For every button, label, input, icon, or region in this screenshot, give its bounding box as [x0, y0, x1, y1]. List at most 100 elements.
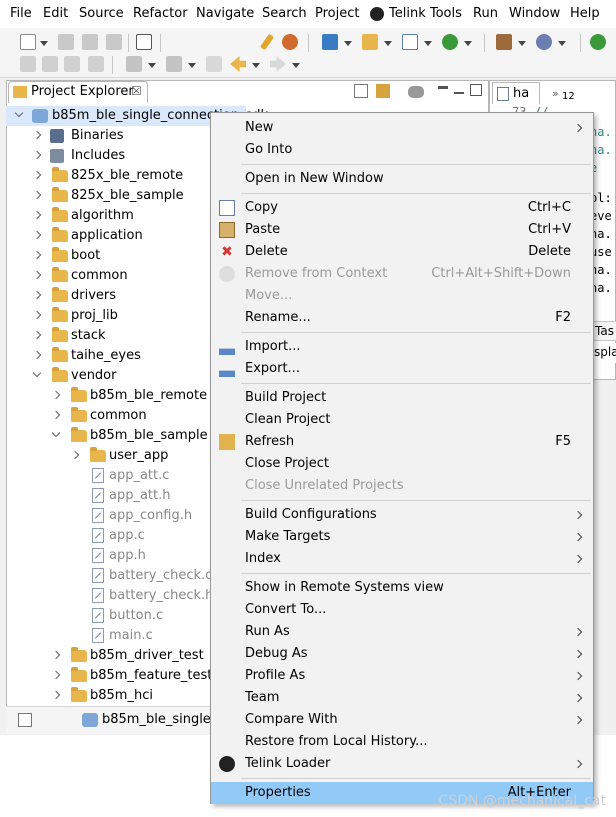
chevron-right-icon[interactable] — [51, 670, 61, 680]
back-icon[interactable] — [230, 56, 246, 72]
build-icon[interactable] — [496, 34, 512, 50]
menu-item-paste[interactable]: Paste Ctrl+V — [211, 219, 593, 241]
block-icon[interactable] — [64, 56, 80, 72]
menu-help[interactable]: Help — [570, 6, 600, 21]
minimize-icon[interactable] — [454, 84, 464, 94]
link-editor-icon[interactable] — [376, 84, 390, 98]
chevron-down-icon[interactable] — [518, 41, 526, 46]
filter-icon[interactable] — [408, 86, 424, 98]
pilcrow-icon[interactable] — [88, 56, 104, 72]
menu-project[interactable]: Project — [315, 6, 359, 21]
menu-item-copy[interactable]: Copy Ctrl+C — [211, 197, 593, 219]
last-edit-icon[interactable] — [206, 56, 222, 72]
chevron-right-icon[interactable] — [51, 650, 61, 660]
chevron-down-icon[interactable] — [292, 63, 300, 68]
menu-item-build-configurations[interactable]: Build Configurations — [211, 504, 593, 526]
view-menu-icon[interactable] — [438, 86, 448, 96]
prev-annotation-icon[interactable] — [166, 56, 182, 72]
menu-run[interactable]: Run — [473, 6, 498, 21]
menu-item-new[interactable]: New — [211, 117, 593, 139]
collapse-all-icon[interactable] — [354, 84, 368, 98]
menu-item-close-project[interactable]: Close Project — [211, 453, 593, 475]
menu-item-restore-from-local-history[interactable]: Restore from Local History... — [211, 731, 593, 753]
chevron-right-icon[interactable] — [32, 270, 42, 280]
menu-item-team[interactable]: Team — [211, 687, 593, 709]
menu-navigate[interactable]: Navigate — [196, 6, 254, 21]
new-fastview-icon[interactable] — [18, 713, 32, 727]
menu-window[interactable]: Window — [509, 6, 560, 21]
menu-file[interactable]: File — [10, 6, 32, 21]
menu-item-import[interactable]: Import... — [211, 336, 593, 358]
menu-item-index[interactable]: Index — [211, 548, 593, 570]
chevron-down-icon[interactable] — [344, 41, 352, 46]
menu-item-export[interactable]: Export... — [211, 358, 593, 380]
save-all-icon[interactable] — [82, 34, 98, 50]
project-explorer-tab[interactable]: Project Explorer ☒ — [8, 81, 148, 103]
menu-item-telink-loader[interactable]: Telink Loader — [211, 753, 593, 775]
menu-telink-tools[interactable]: Telink Tools — [389, 6, 462, 21]
chevron-right-icon[interactable] — [32, 290, 42, 300]
chevron-right-icon[interactable] — [32, 130, 42, 140]
chevron-right-icon[interactable] — [32, 170, 42, 180]
chevron-down-icon[interactable] — [252, 63, 260, 68]
menu-item-compare-with[interactable]: Compare With — [211, 709, 593, 731]
globe-icon[interactable] — [536, 34, 552, 50]
more-tabs-icon[interactable]: » — [552, 87, 559, 100]
highlight-icon[interactable] — [42, 56, 58, 72]
menu-item-go-into[interactable]: Go Into — [211, 139, 593, 161]
chevron-down-icon[interactable] — [32, 368, 42, 378]
chevron-right-icon[interactable] — [32, 210, 42, 220]
chevron-down-icon[interactable] — [464, 41, 472, 46]
chevron-right-icon[interactable] — [32, 350, 42, 360]
chevron-down-icon[interactable] — [148, 63, 156, 68]
forward-icon[interactable] — [270, 56, 286, 72]
print-icon[interactable] — [106, 34, 122, 50]
chevron-down-icon[interactable] — [51, 428, 61, 438]
menu-item-rename[interactable]: Rename... F2 — [211, 307, 593, 329]
menu-item-open-in-new-window[interactable]: Open in New Window — [211, 168, 593, 190]
new-file-icon[interactable] — [402, 34, 418, 50]
bug-icon[interactable] — [282, 34, 298, 50]
new-project-icon[interactable] — [322, 34, 338, 50]
menu-item-make-targets[interactable]: Make Targets — [211, 526, 593, 548]
chevron-down-icon[interactable] — [40, 41, 48, 46]
editor-tab[interactable]: ha — [492, 82, 540, 104]
chevron-right-icon[interactable] — [32, 230, 42, 240]
menu-refactor[interactable]: Refactor — [133, 6, 188, 21]
chevron-right-icon[interactable] — [32, 150, 42, 160]
chevron-right-icon[interactable] — [51, 690, 61, 700]
pen-icon[interactable] — [20, 56, 36, 72]
chevron-right-icon[interactable] — [32, 190, 42, 200]
chevron-right-icon[interactable] — [51, 390, 61, 400]
menu-item-show-in-remote-systems-view[interactable]: Show in Remote Systems view — [211, 577, 593, 599]
chevron-down-icon[interactable] — [424, 41, 432, 46]
menu-item-profile-as[interactable]: Profile As — [211, 665, 593, 687]
menu-item-refresh[interactable]: Refresh F5 — [211, 431, 593, 453]
chevron-right-icon[interactable] — [51, 410, 61, 420]
save-icon[interactable] — [58, 34, 74, 50]
chevron-right-icon[interactable] — [32, 310, 42, 320]
menu-search[interactable]: Search — [262, 6, 307, 21]
chevron-right-icon[interactable] — [70, 450, 80, 460]
chevron-right-icon[interactable] — [32, 250, 42, 260]
chevron-down-icon[interactable] — [558, 41, 566, 46]
chevron-down-icon[interactable] — [188, 63, 196, 68]
chevron-right-icon[interactable] — [32, 330, 42, 340]
hammer-icon[interactable] — [259, 33, 275, 51]
menu-item-run-as[interactable]: Run As — [211, 621, 593, 643]
new-folder-icon[interactable] — [362, 34, 378, 50]
debug-icon[interactable] — [590, 34, 606, 50]
chevron-down-icon[interactable] — [14, 108, 24, 118]
menu-item-clean-project[interactable]: Clean Project — [211, 409, 593, 431]
menu-item-delete[interactable]: ✖ Delete Delete — [211, 241, 593, 263]
chevron-down-icon[interactable] — [384, 41, 392, 46]
menu-item-debug-as[interactable]: Debug As — [211, 643, 593, 665]
menu-source[interactable]: Source — [79, 6, 124, 21]
close-icon[interactable]: ☒ — [131, 84, 142, 98]
menu-edit[interactable]: Edit — [43, 6, 68, 21]
menu-item-build-project[interactable]: Build Project — [211, 387, 593, 409]
binary-icon[interactable] — [136, 34, 152, 50]
next-annotation-icon[interactable] — [126, 56, 142, 72]
run-icon[interactable] — [442, 34, 458, 50]
new-icon[interactable] — [20, 34, 36, 50]
